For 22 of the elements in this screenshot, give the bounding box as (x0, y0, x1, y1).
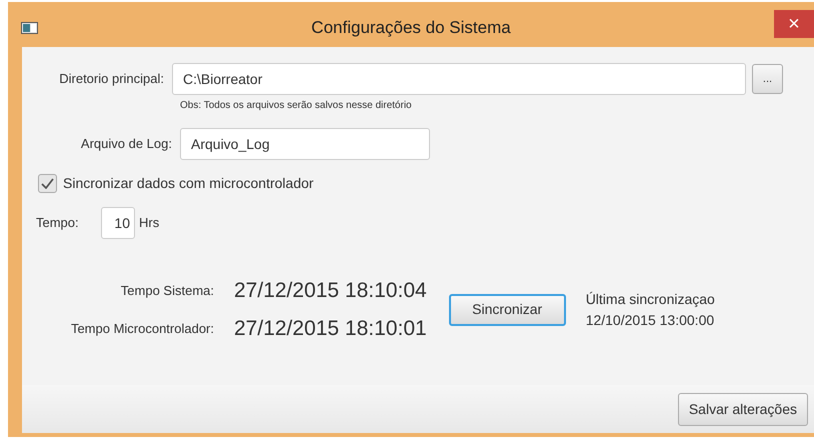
unit-label: Hrs (139, 214, 160, 232)
log-file-field[interactable]: Arquivo_Log (180, 128, 430, 160)
directory-field[interactable]: C:\Biorreator (172, 63, 746, 95)
directory-note: Obs: Todos os arquivos serão salvos nesse diretório (180, 99, 413, 113)
field-label: Tempo: (36, 214, 80, 232)
last-sync-time: 12/10/2015 13:00:00 (586, 310, 715, 330)
window-icon (21, 22, 38, 34)
time-value: 27/12/2015 18:10:04 (233, 278, 428, 304)
window-title: Configurações do Sistema (311, 16, 511, 39)
save-button[interactable]: Salvar alterações (678, 392, 808, 426)
last-sync-label: Última sincronizaçao (586, 290, 715, 309)
checkbox-label: Sincronizar dados com microcontrolador (63, 174, 314, 193)
time-label: Tempo Sistema: (120, 282, 215, 300)
sync-button[interactable]: Sincronizar (448, 294, 566, 326)
field-label: Arquivo de Log: (80, 135, 173, 154)
time-label: Tempo Microcontrolador: (70, 320, 215, 338)
browse-button[interactable]: ... (752, 64, 783, 94)
close-button[interactable]: × (774, 10, 814, 38)
interval-field[interactable]: 10 (101, 207, 135, 239)
sync-checkbox[interactable] (38, 174, 57, 193)
time-value: 27/12/2015 18:10:01 (233, 316, 428, 342)
field-label: Diretorio principal: (58, 70, 165, 88)
